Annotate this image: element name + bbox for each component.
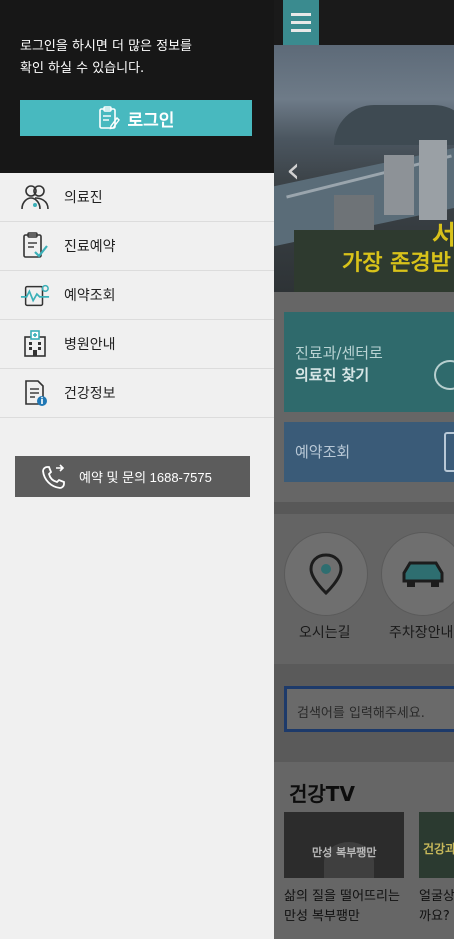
directions-button[interactable] — [284, 532, 368, 616]
login-section: 로그인을 하시면 더 많은 정보를 확인 하실 수 있습니다. 로그인 — [0, 0, 274, 173]
reservation-check-card[interactable]: 예약조회 — [284, 422, 454, 482]
menu-item-health-info[interactable]: 건강정보 — [0, 369, 274, 418]
doctors-icon — [20, 182, 50, 212]
hero-prev-arrow-icon[interactable]: ‹ — [286, 153, 300, 189]
video-title[interactable]: 삶의 질을 떨어뜨리는 만성 복부팽만 — [284, 887, 404, 927]
reservation-icon — [20, 231, 50, 261]
login-button[interactable]: 로그인 — [20, 100, 252, 136]
login-message: 로그인을 하시면 더 많은 정보를 확인 하실 수 있습니다. — [20, 39, 193, 76]
hamburger-menu-button[interactable] — [283, 0, 319, 45]
hero-banner[interactable]: ‹ 서 가장 존경받 — [274, 45, 454, 292]
video-thumbnail-caption: 건강과 얼굴 — [423, 842, 454, 856]
video-title[interactable]: 얼굴상 까요? — [419, 887, 454, 927]
search-placeholder: 검색어를 입력해주세요. — [297, 706, 425, 721]
call-button-label: 예약 및 문의 1688-7575 — [79, 470, 212, 485]
menu-item-doctors[interactable]: 의료진 — [0, 173, 274, 222]
section-divider — [274, 502, 454, 514]
menu-item-label: 예약조회 — [64, 288, 116, 304]
directions-label: 오시는길 — [299, 625, 351, 641]
menu-item-label: 의료진 — [64, 190, 103, 206]
phone-icon — [41, 463, 67, 490]
menu-item-reservation[interactable]: 진료예약 — [0, 222, 274, 271]
location-pin-icon — [309, 553, 343, 596]
drawer-menu: 의료진 진료예약 예약조회 병원안내 건강정보 — [0, 173, 274, 418]
call-reservation-button[interactable]: 예약 및 문의 1688-7575 — [15, 456, 250, 497]
find-doctor-line2: 의료진 찾기 — [295, 366, 370, 384]
login-button-label: 로그인 — [127, 110, 175, 130]
car-icon — [402, 561, 444, 587]
top-bar — [274, 0, 454, 45]
clipboard-edit-icon — [98, 106, 120, 130]
health-info-icon — [20, 378, 50, 408]
search-section: 검색어를 입력해주세요. — [274, 664, 454, 762]
person-icon — [434, 360, 454, 390]
reservation-check-icon — [20, 280, 50, 310]
side-drawer: 로그인을 하시면 더 많은 정보를 확인 하실 수 있습니다. 로그인 의료진 … — [0, 0, 274, 939]
video-thumbnail[interactable]: 만성 복부팽만 — [284, 812, 404, 878]
reservation-check-label: 예약조회 — [295, 443, 351, 461]
menu-item-label: 병원안내 — [64, 337, 116, 353]
video-thumbnail[interactable]: 건강과 얼굴 — [419, 812, 454, 878]
main-page-overlay[interactable]: ‹ 서 가장 존경받 진료과/센터로 의료진 찾기 예약조회 오시는길 주차장안… — [274, 0, 454, 939]
document-icon — [444, 432, 454, 472]
find-doctor-card[interactable]: 진료과/센터로 의료진 찾기 — [284, 312, 454, 412]
video-thumbnail-caption: 만성 복부팽만 — [312, 846, 377, 859]
parking-button[interactable] — [381, 532, 454, 616]
health-tv-title: 건강TV — [289, 782, 355, 806]
menu-item-reservation-check[interactable]: 예약조회 — [0, 271, 274, 320]
find-doctor-line1: 진료과/센터로 — [295, 344, 383, 362]
menu-item-label: 건강정보 — [64, 386, 116, 402]
menu-item-hospital-guide[interactable]: 병원안내 — [0, 320, 274, 369]
health-tv-section: 건강TV 만성 복부팽만 건강과 얼굴 삶의 질을 떨어뜨리는 만성 복부팽만 … — [274, 762, 454, 939]
hero-subheadline: 가장 존경받 — [342, 251, 451, 276]
menu-item-label: 진료예약 — [64, 239, 116, 255]
quick-links: 오시는길 주차장안내 — [274, 514, 454, 664]
search-input[interactable]: 검색어를 입력해주세요. — [284, 686, 454, 732]
hospital-icon — [20, 329, 50, 359]
parking-label: 주차장안내 — [389, 625, 454, 641]
